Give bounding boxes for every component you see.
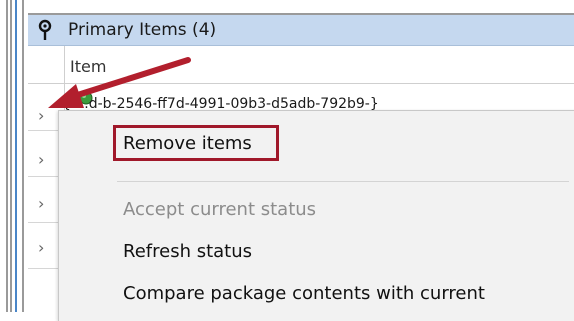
- row-expander-2[interactable]: ›: [38, 150, 52, 170]
- row-expander-3[interactable]: ›: [38, 194, 52, 214]
- window-frame-accent: [15, 0, 17, 312]
- menu-item-refresh-status[interactable]: Refresh status: [123, 241, 252, 262]
- window-frame-left-inner: [10, 0, 12, 312]
- menu-separator: [117, 181, 569, 182]
- row-expander-4[interactable]: ›: [38, 238, 52, 258]
- primary-items-header[interactable]: Primary Items (4): [28, 15, 574, 46]
- window-frame-left: [6, 0, 8, 312]
- menu-item-compare-package-contents[interactable]: Compare package contents with current: [123, 283, 485, 304]
- panel-border-left: [22, 0, 24, 312]
- panel-title: Primary Items (4): [68, 20, 217, 40]
- context-menu: Remove items Accept current status Refre…: [58, 110, 574, 321]
- menu-item-remove-items[interactable]: Remove items: [123, 133, 252, 154]
- annotation-arrow-icon: [48, 57, 191, 108]
- menu-item-accept-current-status: Accept current status: [123, 199, 317, 220]
- pin-icon[interactable]: [36, 19, 54, 41]
